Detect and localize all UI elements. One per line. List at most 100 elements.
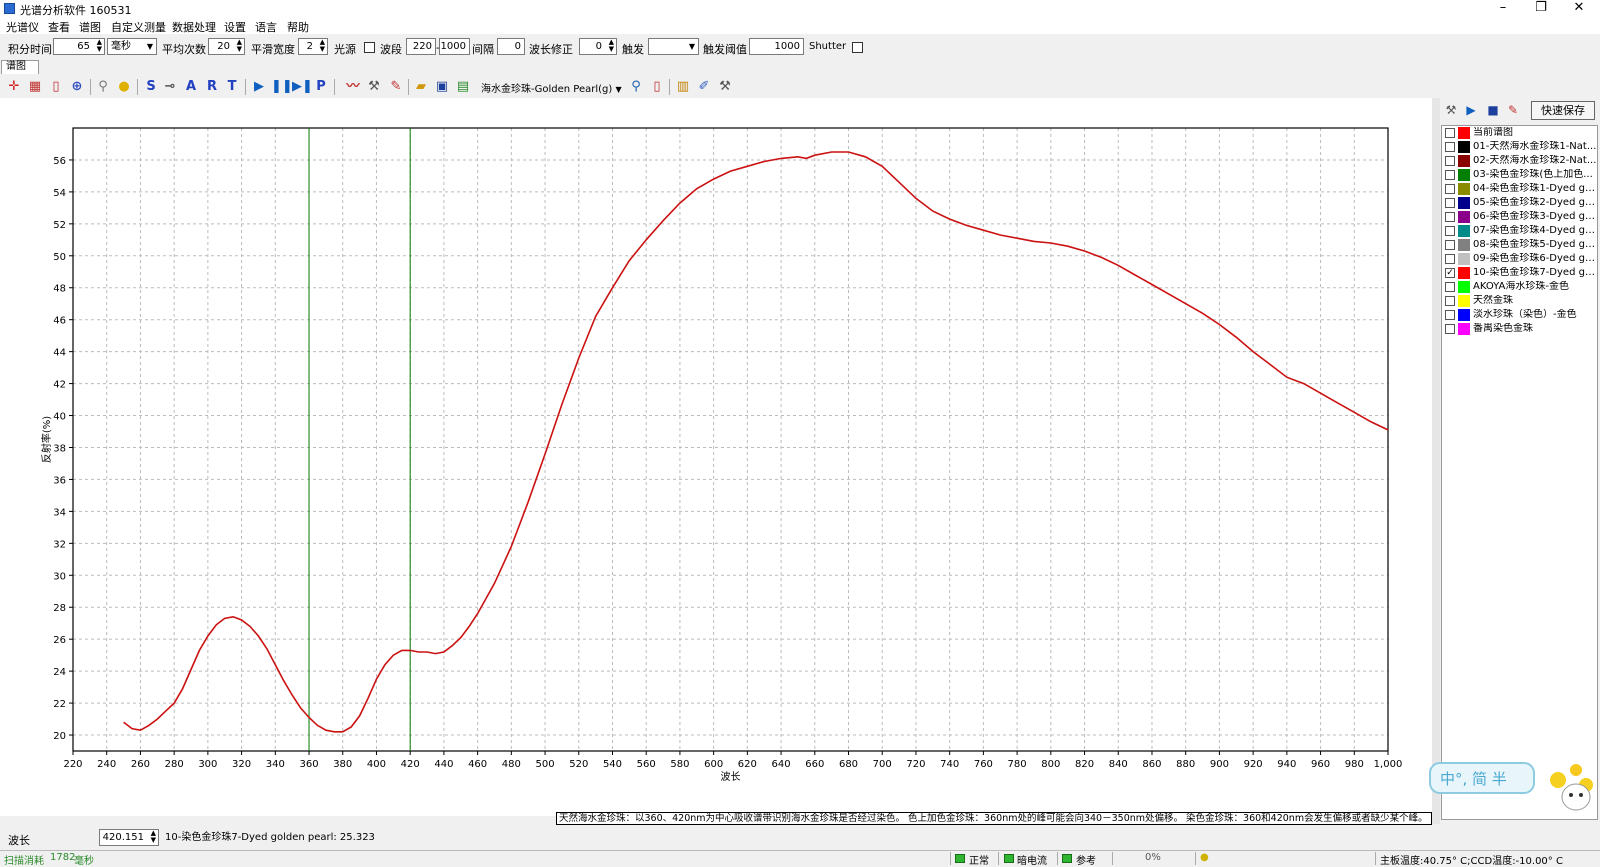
spin-arrows-icon[interactable]: ▲ ▼ xyxy=(609,39,614,53)
x-tick-label: 400 xyxy=(367,759,386,770)
lamp-on-icon[interactable]: ● xyxy=(116,79,132,95)
menu-custom-measure[interactable]: 自定义测量 xyxy=(111,19,166,35)
band-start-input[interactable]: 220 xyxy=(406,38,436,55)
legend-checkbox[interactable] xyxy=(1445,198,1455,208)
spectrum-chart[interactable]: 220 240 260 280 300 320 340 360 380 400 420 440 460 4… xyxy=(0,98,1432,816)
legend-checkbox[interactable] xyxy=(1445,240,1455,250)
tool-icon[interactable]: ⚒ xyxy=(717,79,733,95)
maximize-button[interactable]: ❐ xyxy=(1523,0,1559,18)
legend-item[interactable]: AKOYA海水珍珠-金色 xyxy=(1442,280,1599,294)
legend-item[interactable]: ✓ 10-染色金珍珠7-Dyed go... xyxy=(1442,266,1599,280)
chart-area[interactable]: 220 240 260 280 300 320 340 360 380 400 420 440 460 4… xyxy=(0,98,1432,816)
play-icon[interactable]: ▶ xyxy=(1463,102,1479,118)
legend-checkbox[interactable] xyxy=(1445,254,1455,264)
cursor-readout: 10-染色金珍珠7-Dyed golden pearl: 25.323 xyxy=(165,832,375,843)
menu-settings[interactable]: 设置 xyxy=(224,19,246,35)
calculator-icon[interactable]: ▯ xyxy=(48,79,64,95)
shutter-checkbox[interactable] xyxy=(852,42,863,53)
spin-arrows-icon[interactable]: ▲ ▼ xyxy=(237,39,242,53)
threshold-input[interactable]: 1000 xyxy=(749,38,804,55)
legend-checkbox[interactable] xyxy=(1445,170,1455,180)
image-icon[interactable]: ▤ xyxy=(455,79,471,95)
legend-name: 04-染色金珍珠1-Dyed go... xyxy=(1473,183,1597,194)
sample-select[interactable]: 海水金珍珠-Golden Pearl(g) ▼ xyxy=(481,80,622,95)
spin-arrows-icon[interactable]: ▲ ▼ xyxy=(320,39,325,53)
legend-item[interactable]: 09-染色金珍珠6-Dyed go... xyxy=(1442,252,1599,266)
menu-view[interactable]: 查看 xyxy=(48,19,70,35)
legend-item[interactable]: 当前谱图 xyxy=(1442,126,1599,140)
legend-checkbox[interactable] xyxy=(1445,128,1455,138)
legend-item[interactable]: 03-染色金珍珠(色上加色... xyxy=(1442,168,1599,182)
menu-spectrum[interactable]: 谱图 xyxy=(79,19,101,35)
reflectance-mode-button[interactable]: R xyxy=(204,79,220,95)
brush-icon[interactable]: ✐ xyxy=(696,79,712,95)
step-icon[interactable]: ▶❚ xyxy=(292,79,313,95)
color-bars-icon[interactable]: ▥ xyxy=(675,79,691,95)
stop-icon[interactable]: ■ xyxy=(1485,102,1501,118)
grid-icon[interactable]: ▦ xyxy=(27,79,43,95)
legend-checkbox[interactable] xyxy=(1445,142,1455,152)
legend-item[interactable]: 01-天然海水金珍珠1-Nat... xyxy=(1442,140,1599,154)
legend-checkbox[interactable] xyxy=(1445,184,1455,194)
probe-icon[interactable]: ⊸ xyxy=(162,79,178,95)
menu-help[interactable]: 帮助 xyxy=(287,19,309,35)
wl-correct-spinner[interactable]: 0 ▲ ▼ xyxy=(579,38,617,55)
legend-item[interactable]: 02-天然海水金珍珠2-Nat... xyxy=(1442,154,1599,168)
legend-item[interactable]: 05-染色金珍珠2-Dyed go... xyxy=(1442,196,1599,210)
quick-save-button[interactable]: 快速保存 xyxy=(1531,101,1595,120)
trigger-select[interactable]: ▼ xyxy=(648,38,699,55)
tool-icon[interactable]: ⚒ xyxy=(1443,102,1459,118)
legend-checkbox[interactable] xyxy=(1445,282,1455,292)
crosshair-icon[interactable]: ✛ xyxy=(6,79,22,95)
interval-input[interactable]: 0 xyxy=(497,38,525,55)
legend-checkbox[interactable] xyxy=(1445,212,1455,222)
legend-item[interactable]: 番禺染色金珠 xyxy=(1442,322,1599,336)
unit-select[interactable]: 毫秒 ▼ xyxy=(107,38,157,55)
transmittance-mode-button[interactable]: T xyxy=(224,79,240,95)
wave-spinner[interactable]: 420.151 ▲ ▼ xyxy=(99,829,159,846)
legend-checkbox[interactable] xyxy=(1445,156,1455,166)
legend-item[interactable]: 07-染色金珍珠4-Dyed go... xyxy=(1442,224,1599,238)
play-icon[interactable]: ▶ xyxy=(251,79,267,95)
menu-language[interactable]: 语言 xyxy=(255,19,277,35)
light-checkbox[interactable] xyxy=(364,42,375,53)
save-icon[interactable]: ▣ xyxy=(434,79,450,95)
legend-item[interactable]: 08-染色金珍珠5-Dyed go... xyxy=(1442,238,1599,252)
legend-item[interactable]: 06-染色金珍珠3-Dyed go... xyxy=(1442,210,1599,224)
close-button[interactable]: ✕ xyxy=(1561,0,1597,18)
average-spinner[interactable]: 20 ▲ ▼ xyxy=(208,38,245,55)
legend-checkbox[interactable] xyxy=(1445,324,1455,334)
minimize-button[interactable]: – xyxy=(1485,0,1521,18)
legend-item[interactable]: 天然金珠 xyxy=(1442,294,1599,308)
folder-open-icon[interactable]: ▰ xyxy=(413,79,429,95)
spin-arrows-icon[interactable]: ▲ ▼ xyxy=(151,830,156,844)
search-icon[interactable]: ⚲ xyxy=(628,79,644,95)
legend-checkbox[interactable]: ✓ xyxy=(1445,268,1455,278)
legend-checkbox[interactable] xyxy=(1445,296,1455,306)
integration-time-spinner[interactable]: 65 ▲ ▼ xyxy=(53,38,105,55)
absorbance-mode-button[interactable]: A xyxy=(183,79,199,95)
spin-arrows-icon[interactable]: ▲ ▼ xyxy=(97,39,102,53)
curve-icon[interactable]: 〰 xyxy=(345,79,361,95)
menu-data-processing[interactable]: 数据处理 xyxy=(172,19,216,35)
legend-swatch xyxy=(1458,183,1470,195)
splitter[interactable] xyxy=(1432,98,1440,824)
gauge-icon[interactable]: ▯ xyxy=(649,79,665,95)
legend-item[interactable]: 04-染色金珍珠1-Dyed go... xyxy=(1442,182,1599,196)
hammer-icon[interactable]: ⚒ xyxy=(366,79,382,95)
palette-icon[interactable]: ✎ xyxy=(388,79,404,95)
pause-icon[interactable]: ❚❚ xyxy=(271,79,293,95)
legend-checkbox[interactable] xyxy=(1445,310,1455,320)
eraser-icon[interactable]: ✎ xyxy=(1505,102,1521,118)
tab-spectrum[interactable]: 谱图 xyxy=(1,60,39,74)
band-end-input[interactable]: 1000 xyxy=(439,38,470,55)
print-mode-button[interactable]: P xyxy=(313,79,329,95)
smooth-spinner[interactable]: 2 ▲ ▼ xyxy=(298,38,328,55)
legend-item[interactable]: 淡水珍珠（染色）-金色 xyxy=(1442,308,1599,322)
legend-checkbox[interactable] xyxy=(1445,226,1455,236)
zoom-icon[interactable]: ⊕ xyxy=(69,79,85,95)
lamp-off-icon[interactable]: ⚲ xyxy=(95,79,111,95)
sample-mode-button[interactable]: S xyxy=(143,79,159,95)
menu-spectrometer[interactable]: 光谱仪 xyxy=(6,19,39,35)
x-tick-label: 760 xyxy=(974,759,993,770)
